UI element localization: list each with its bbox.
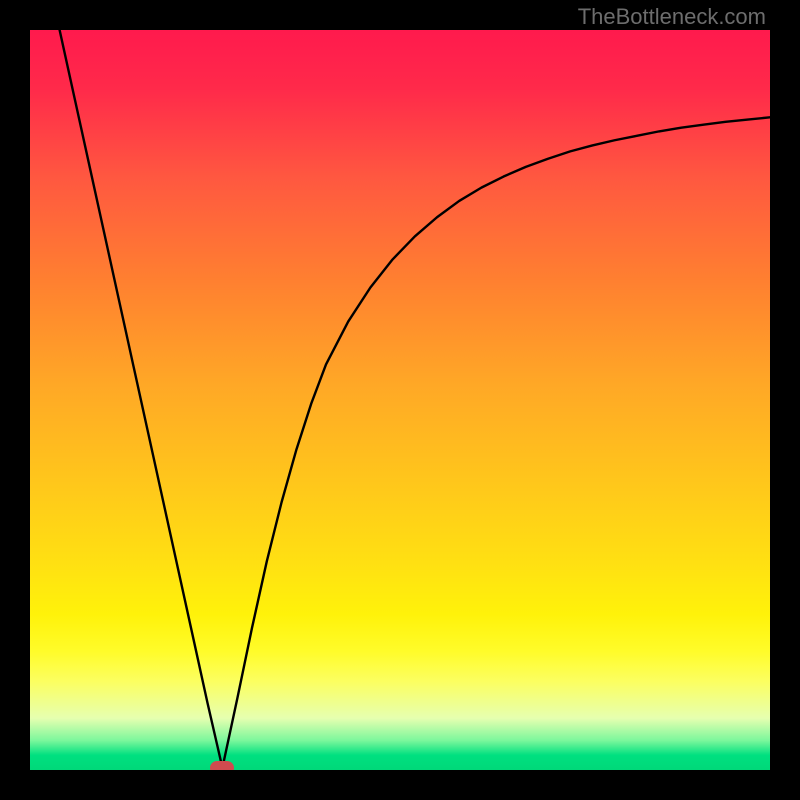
minimum-marker	[210, 761, 234, 770]
watermark-text: TheBottleneck.com	[578, 4, 766, 30]
bottleneck-curve	[30, 30, 770, 770]
plot-area	[30, 30, 770, 770]
